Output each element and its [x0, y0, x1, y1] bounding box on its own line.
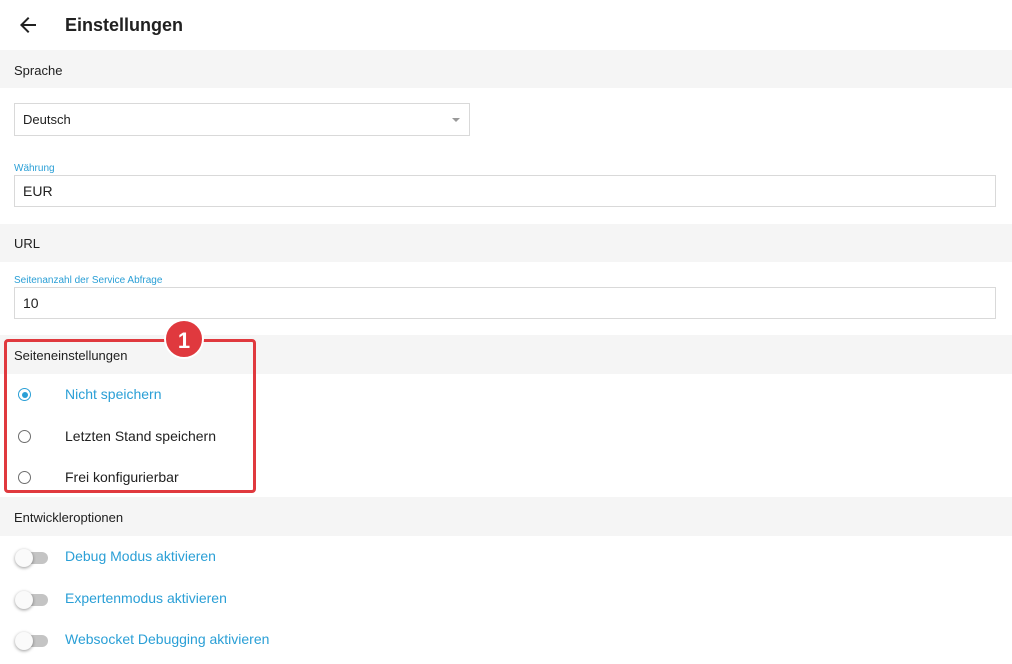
- toggle-label: Debug Modus aktivieren: [65, 548, 216, 564]
- section-header-sprache: Sprache: [0, 50, 1012, 88]
- section-title: Entwickleroptionen: [14, 510, 124, 525]
- toggle-expertenmodus[interactable]: Expertenmodus aktivieren: [0, 584, 400, 614]
- toggle-label: Websocket Debugging aktivieren: [65, 631, 270, 647]
- section-header-url: URL: [0, 224, 1012, 262]
- dropdown-caret-icon: [452, 118, 460, 122]
- currency-label: Währung: [14, 163, 55, 174]
- language-select[interactable]: Deutsch: [14, 103, 470, 136]
- toggle-websocket-debugging[interactable]: Websocket Debugging aktivieren: [0, 625, 400, 655]
- language-select-value: Deutsch: [23, 112, 71, 127]
- section-header-entwickleroptionen: Entwickleroptionen: [0, 497, 1012, 536]
- highlight-box: [4, 339, 256, 493]
- toggle-knob: [15, 549, 33, 567]
- toggle-debug-modus[interactable]: Debug Modus aktivieren: [0, 542, 400, 572]
- back-button[interactable]: [16, 13, 40, 37]
- section-title: URL: [14, 236, 41, 251]
- toggle-knob: [15, 632, 33, 650]
- page-count-field[interactable]: [14, 287, 996, 319]
- page-title: Einstellungen: [65, 15, 184, 35]
- section-title: Sprache: [14, 63, 63, 78]
- toggle-label: Expertenmodus aktivieren: [65, 590, 227, 606]
- step-badge: 1: [164, 319, 204, 359]
- toggle-knob: [15, 591, 33, 609]
- top-bar: Einstellungen: [0, 0, 1012, 50]
- arrow-left-icon: [20, 17, 36, 33]
- page-count-label: Seitenanzahl der Service Abfrage: [14, 275, 163, 286]
- currency-field[interactable]: [14, 175, 996, 207]
